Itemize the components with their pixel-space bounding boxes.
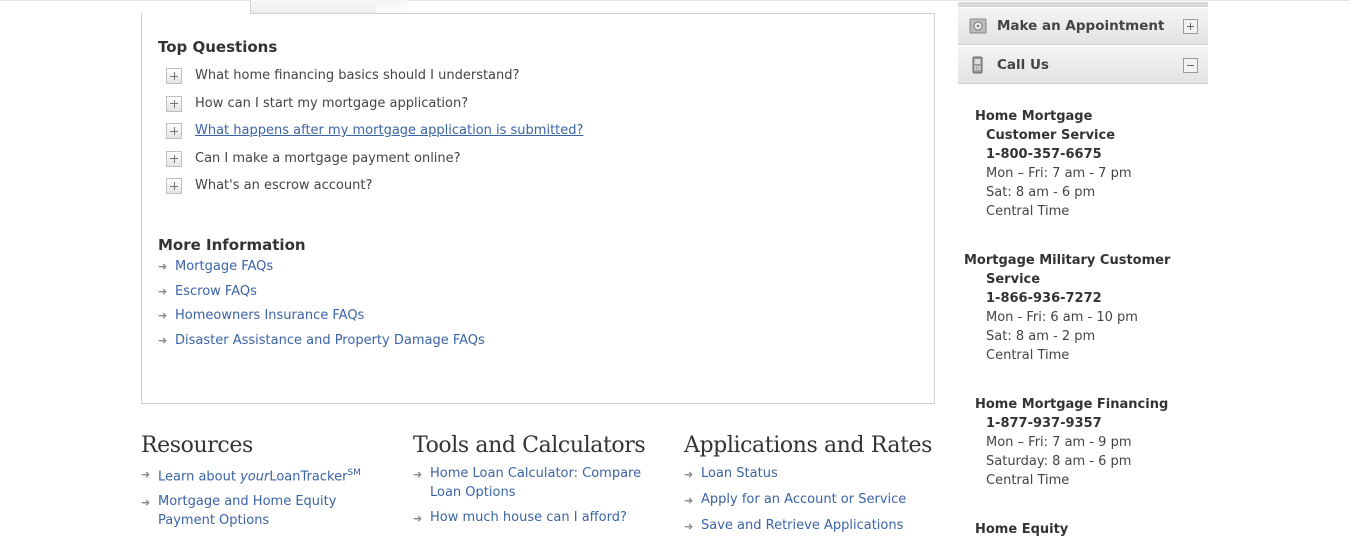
question-label-hovered[interactable]: What happens after my mortgage applicati… [195,122,583,140]
active-tab-joint [142,12,250,14]
phone-icon [972,56,983,74]
resources-link-item[interactable]: ➜ Mortgage and Home Equity Payment Optio… [141,492,391,530]
contact-title: Customer Service [986,128,1116,143]
contact-title: Home Equity [975,522,1069,537]
tools-column: Tools and Calculators ➜ Home Loan Calcul… [413,433,663,534]
make-appointment-label[interactable]: Make an Appointment [997,18,1183,34]
contact-title: Service [986,272,1041,287]
info-link[interactable]: Mortgage FAQs [175,259,273,275]
question-label[interactable]: Can I make a mortgage payment online? [195,150,461,168]
contact-timezone: Central Time [986,204,1070,219]
contact-home-mortgage: Home Mortgage Customer Service 1-800-357… [975,107,1131,221]
question-item[interactable]: What home financing basics should I unde… [166,67,583,95]
expand-plus-icon[interactable] [166,178,182,194]
arrow-right-icon: ➜ [684,468,694,481]
arrow-right-icon: ➜ [158,334,168,348]
info-link-item[interactable]: ➜ Homeowners Insurance FAQs [158,308,485,333]
more-information-heading: More Information [158,236,306,254]
question-item[interactable]: Can I make a mortgage payment online? [166,150,583,178]
contact-hours: Saturday: 8 am - 6 pm [986,454,1132,469]
info-link-item[interactable]: ➜ Escrow FAQs [158,284,485,309]
contact-phone: 1-800-357-6675 [986,147,1102,162]
contact-phone: 1-866-936-7272 [986,291,1102,306]
tools-heading: Tools and Calculators [413,433,646,458]
question-label[interactable]: What's an escrow account? [195,177,372,195]
applications-column: Applications and Rates ➜ Loan Status ➜ A… [684,433,934,542]
call-us-toggle[interactable]: Call Us [958,47,1208,84]
call-us-label[interactable]: Call Us [997,57,1183,73]
appointment-icon [969,18,987,34]
resources-heading: Resources [141,433,253,458]
faq-panel: Top Questions What home financing basics… [141,13,935,404]
expand-plus-icon[interactable] [166,150,182,167]
top-questions-list: What home financing basics should I unde… [166,67,583,205]
question-label[interactable]: What home financing basics should I unde… [195,67,519,85]
question-item[interactable]: What happens after my mortgage applicati… [166,122,583,150]
info-link-item[interactable]: ➜ Disaster Assistance and Property Damag… [158,333,485,358]
affordability-link[interactable]: How much house can I afford? [430,508,627,527]
contact-home-equity: Home Equity [975,520,1068,539]
tab-inactive[interactable] [250,0,377,13]
contact-title: Mortgage Military Customer [964,253,1171,268]
contact-military: Mortgage Military Customer Service 1-866… [964,251,1170,365]
contact-title: Home Mortgage Financing [975,397,1169,412]
collapse-minus-icon[interactable] [1183,57,1198,73]
top-questions-heading: Top Questions [158,38,278,56]
contact-timezone: Central Time [986,473,1070,488]
applications-link-item[interactable]: ➜ Apply for an Account or Service [684,490,934,510]
sidebar-top-stripe [958,2,1208,7]
resources-column: Resources ➜ Learn about yourLoanTrackerS… [141,433,391,536]
arrow-right-icon: ➜ [158,309,168,323]
loantracker-link[interactable]: Learn about yourLoanTrackerSM [158,464,361,486]
applications-link-item[interactable]: ➜ Save and Retrieve Applications [684,516,934,536]
question-item[interactable]: What's an escrow account? [166,177,583,205]
expand-plus-icon[interactable] [1183,18,1198,34]
contact-hours: Sat: 8 am - 6 pm [986,185,1096,200]
arrow-right-icon: ➜ [413,512,423,525]
applications-link-item[interactable]: ➜ Loan Status [684,464,934,484]
link-text[interactable]: Learn about [158,469,240,484]
tab-edge [376,0,407,13]
expand-plus-icon[interactable] [166,123,182,139]
more-information-list: ➜ Mortgage FAQs ➜ Escrow FAQs ➜ Homeowne… [158,259,485,358]
info-link-item[interactable]: ➜ Mortgage FAQs [158,259,485,284]
loan-status-link[interactable]: Loan Status [701,464,778,483]
contact-hours: Sat: 8 am - 2 pm [986,329,1096,344]
question-label[interactable]: How can I start my mortgage application? [195,95,468,113]
contact-hours: Mon – Fri: 7 am - 7 pm [986,166,1132,181]
applications-heading: Applications and Rates [684,433,933,458]
info-link[interactable]: Disaster Assistance and Property Damage … [175,333,485,349]
contact-financing: Home Mortgage Financing 1-877-937-9357 M… [975,395,1168,490]
arrow-right-icon: ➜ [684,494,694,507]
contact-hours: Mon - Fri: 6 am - 10 pm [986,310,1138,325]
info-link[interactable]: Escrow FAQs [175,284,257,300]
link-text-emphasis[interactable]: your [240,469,269,484]
arrow-right-icon: ➜ [141,496,151,510]
expand-plus-icon[interactable] [166,95,182,112]
loan-calculator-link[interactable]: Home Loan Calculator: Compare Loan Optio… [430,464,663,502]
resources-link-item[interactable]: ➜ Learn about yourLoanTrackerSM [141,464,391,486]
top-border [0,0,1350,1]
arrow-right-icon: ➜ [684,520,694,533]
tools-link-item[interactable]: ➜ Home Loan Calculator: Compare Loan Opt… [413,464,663,502]
link-text[interactable]: LoanTracker [269,469,347,484]
contact-title: Home Mortgage [975,109,1093,124]
contact-phone: 1-877-937-9357 [986,416,1102,431]
payment-options-link[interactable]: Mortgage and Home Equity Payment Options [158,492,391,530]
arrow-right-icon: ➜ [141,468,151,481]
expand-plus-icon[interactable] [166,68,182,84]
make-appointment-toggle[interactable]: Make an Appointment [958,8,1208,45]
service-mark: SM [347,468,361,478]
tools-link-item[interactable]: ➜ How much house can I afford? [413,508,663,528]
save-retrieve-link[interactable]: Save and Retrieve Applications [701,516,903,535]
contact-hours: Mon – Fri: 7 am - 9 pm [986,435,1132,450]
arrow-right-icon: ➜ [413,468,423,481]
question-item[interactable]: How can I start my mortgage application? [166,95,583,123]
apply-link[interactable]: Apply for an Account or Service [701,490,906,509]
info-link[interactable]: Homeowners Insurance FAQs [175,308,364,324]
arrow-right-icon: ➜ [158,260,168,273]
arrow-right-icon: ➜ [158,284,168,298]
contact-timezone: Central Time [986,348,1070,363]
